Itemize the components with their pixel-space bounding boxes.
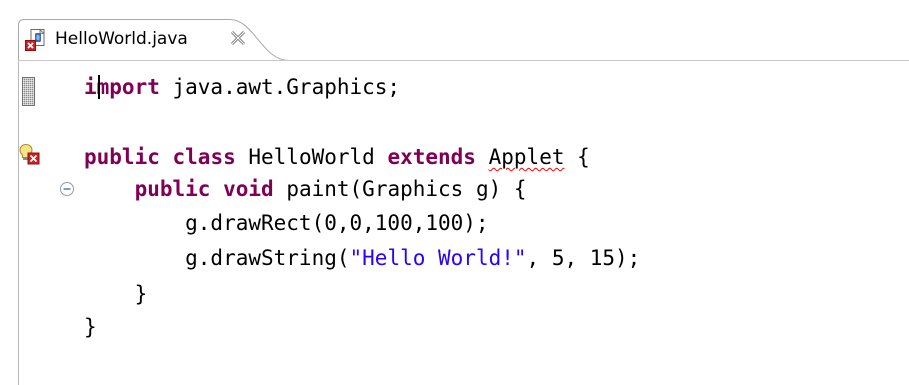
keyword-import: import (84, 75, 160, 99)
code-editor[interactable]: HelloWorld.java import java.awt.Graphics… (0, 0, 909, 385)
keyword-void: void (223, 177, 274, 201)
code-line-4[interactable]: g.drawRect(0,0,100,100); (84, 208, 489, 238)
unresolved-type-applet[interactable]: Applet (489, 145, 565, 169)
code-line-5[interactable]: g.drawString("Hello World!", 5, 15); (84, 243, 640, 273)
code-line-2[interactable]: public class HelloWorld extends Applet { (84, 142, 590, 172)
keyword-class: class (172, 145, 236, 169)
import-statement: java.awt.Graphics; (159, 75, 401, 99)
draw-string-args: , 5, 15); (526, 246, 641, 270)
keyword-public: public (84, 145, 160, 169)
close-brace: } (84, 315, 97, 339)
code-line-6[interactable]: } (84, 279, 148, 309)
close-brace: } (84, 282, 148, 306)
code-area[interactable]: import java.awt.Graphics; public class H… (0, 0, 909, 385)
string-literal: "Hello World!" (349, 246, 527, 270)
method-signature: paint(Graphics g) { (273, 177, 527, 201)
keyword-public: public (134, 177, 211, 201)
code-line-1[interactable]: import java.awt.Graphics; (84, 72, 400, 102)
text-cursor (98, 75, 100, 99)
open-brace: { (564, 145, 590, 169)
code-line-3[interactable]: public void paint(Graphics g) { (84, 174, 527, 204)
draw-string-call: g.drawString( (84, 246, 350, 270)
draw-rect-call: g.drawRect(0,0,100,100); (84, 211, 489, 235)
keyword-extends: extends (387, 145, 476, 169)
class-name: HelloWorld (235, 145, 388, 169)
code-line-7[interactable]: } (84, 312, 97, 342)
